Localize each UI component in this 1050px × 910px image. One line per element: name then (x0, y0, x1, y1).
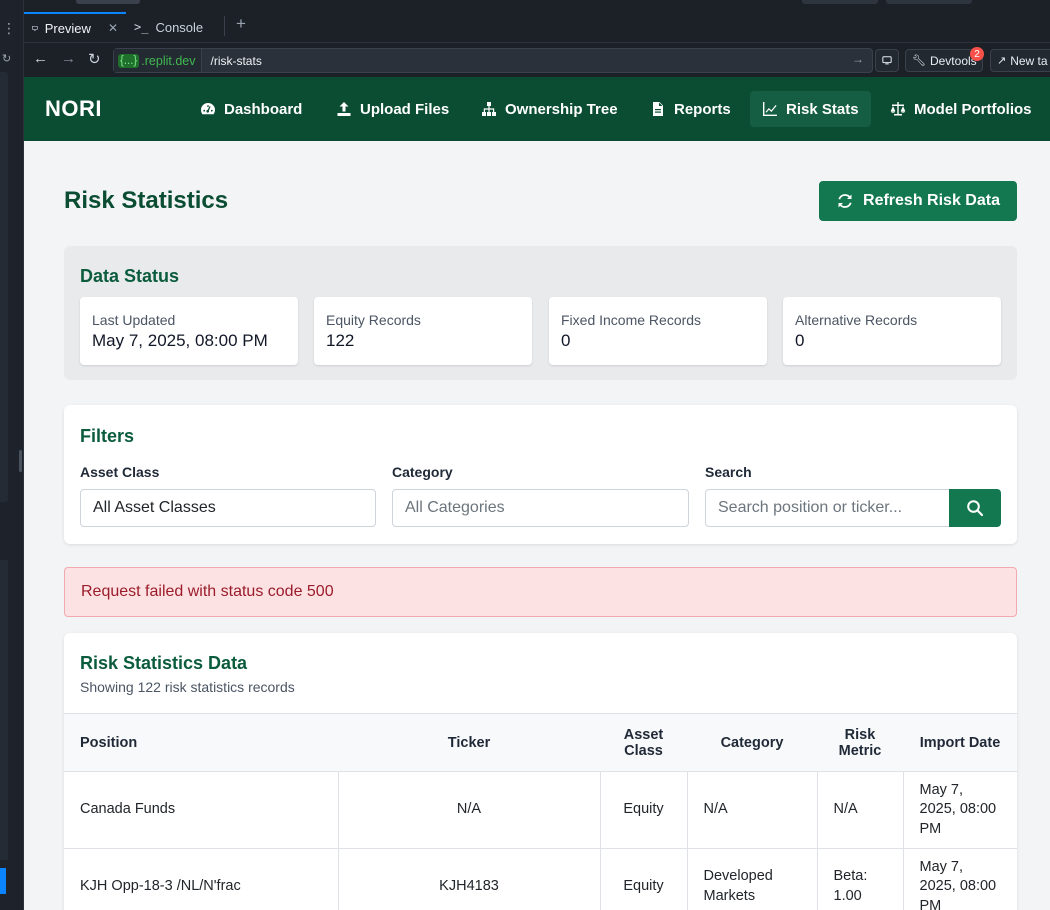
new-tab-button[interactable]: ↗ New ta (990, 49, 1050, 72)
asset-class-label: Asset Class (80, 464, 160, 480)
risk-data-title: Risk Statistics Data (80, 653, 248, 673)
sitemap-icon (482, 102, 496, 116)
wrench-icon: 🔧︎ (912, 55, 926, 67)
refresh-icon[interactable]: ↻ (2, 52, 11, 65)
file-icon (653, 102, 663, 116)
records-count-text: Showing 122 risk statistics records (80, 679, 295, 695)
table-row[interactable]: KJH Opp-18-3 /NL/N'frac KJH4183 Equity D… (64, 848, 1017, 910)
stat-card-last-updated: Last Updated May 7, 2025, 08:00 PM (80, 297, 298, 365)
col-asset-class[interactable]: Asset Class (600, 713, 687, 772)
nav-risk-stats[interactable]: Risk Stats (750, 91, 871, 127)
scale-icon (890, 102, 906, 116)
filters-panel: Filters Asset Class All Asset Classes Ca… (64, 405, 1017, 544)
url-field[interactable]: {...} .replit.dev /risk-stats → (113, 48, 873, 73)
col-position[interactable]: Position (64, 713, 338, 772)
tab-console[interactable]: >_ Console (126, 12, 211, 42)
risk-statistics-table: Position Ticker Asset Class Category Ris… (64, 713, 1017, 910)
nav-model-portfolios[interactable]: Model Portfolios (878, 91, 1044, 127)
data-status-title: Data Status (80, 266, 180, 286)
arrow-right-icon[interactable]: → (852, 52, 864, 66)
cell-asset-class: Equity (599, 771, 688, 849)
back-arrow-icon[interactable]: ← (33, 50, 48, 67)
monitor-icon (32, 25, 38, 31)
cell-category: Developed Markets (686, 848, 818, 910)
nav-reports[interactable]: Reports (638, 91, 743, 127)
close-icon[interactable]: ✕ (108, 21, 118, 35)
cell-import-date: May 7, 2025, 08:00 PM (902, 848, 1017, 910)
forward-arrow-icon[interactable]: → (61, 50, 76, 67)
screen-icon (882, 56, 892, 65)
search-icon (967, 500, 984, 517)
cell-import-date: May 7, 2025, 08:00 PM (902, 771, 1017, 849)
search-input[interactable]: Search position or ticker... (705, 489, 950, 527)
address-bar-row: ← → ↻ {...} .replit.dev /risk-stats → 🔧︎… (24, 42, 1050, 77)
sync-icon (838, 194, 852, 208)
app-viewport: NORI Dashboard Upload Files Ownership Tr… (24, 77, 1050, 910)
browser-tab-bar: Preview ✕ >_ Console + (24, 0, 1050, 42)
table-header-row: Position Ticker Asset Class Category Ris… (64, 713, 1017, 772)
nav-dashboard[interactable]: Dashboard (188, 91, 314, 127)
chart-line-icon (763, 102, 777, 116)
search-label: Search (705, 464, 752, 480)
category-select[interactable]: All Categories (392, 489, 689, 527)
search-button[interactable] (949, 489, 1001, 527)
more-vertical-icon[interactable]: ⋮ (2, 20, 16, 37)
gauge-icon (201, 103, 215, 115)
url-path: /risk-stats (210, 53, 262, 68)
refresh-risk-data-button[interactable]: Refresh Risk Data (819, 181, 1017, 221)
col-risk-metric[interactable]: Risk Metric (817, 713, 903, 772)
cell-category: N/A (686, 771, 818, 849)
side-panel-lower (0, 560, 8, 860)
terminal-icon: >_ (134, 20, 149, 34)
side-panel (0, 72, 8, 502)
tab-preview[interactable]: Preview ✕ (24, 12, 126, 42)
tab-preview-label: Preview (44, 20, 91, 36)
new-tab-plus-icon[interactable]: + (236, 14, 246, 34)
filters-title: Filters (80, 426, 135, 446)
col-ticker[interactable]: Ticker (338, 713, 600, 772)
asset-class-select[interactable]: All Asset Classes (80, 489, 376, 527)
cell-ticker: KJH4183 (337, 848, 601, 910)
active-indicator (0, 868, 6, 894)
url-host: {...} .replit.dev (114, 49, 203, 72)
data-status-panel: Data Status Last Updated May 7, 2025, 08… (64, 246, 1017, 380)
stat-card-alternative-records: Alternative Records 0 (783, 297, 1001, 365)
device-toggle-button[interactable] (875, 49, 899, 72)
cell-ticker: N/A (337, 771, 601, 849)
upload-icon (337, 102, 351, 116)
resize-handle[interactable] (19, 450, 22, 472)
ide-side-strip: ⋮ ↻ (0, 0, 24, 910)
risk-statistics-card: Risk Statistics Data Showing 122 risk st… (64, 633, 1017, 910)
devtools-count-badge: 2 (970, 47, 984, 61)
nav-ownership-tree[interactable]: Ownership Tree (469, 91, 630, 127)
nav-upload-files[interactable]: Upload Files (324, 91, 461, 127)
cell-risk-metric: N/A (816, 771, 904, 849)
cell-position: Canada Funds (64, 771, 339, 849)
tab-console-label: Console (155, 19, 204, 35)
brand-logo[interactable]: NORI (45, 96, 102, 122)
stat-card-fixed-income-records: Fixed Income Records 0 (549, 297, 767, 365)
cell-risk-metric: Beta: 1.00 (816, 848, 904, 910)
cell-asset-class: Equity (599, 848, 688, 910)
error-alert: Request failed with status code 500 (64, 567, 1017, 617)
cell-position: KJH Opp-18-3 /NL/N'frac (64, 848, 339, 910)
category-label: Category (392, 464, 453, 480)
external-link-icon: ↗ (997, 55, 1007, 67)
col-import-date[interactable]: Import Date (903, 713, 1017, 772)
page-title: Risk Statistics (64, 187, 229, 214)
stat-card-equity-records: Equity Records 122 (314, 297, 532, 365)
table-row[interactable]: Canada Funds N/A Equity N/A N/A May 7, 2… (64, 771, 1017, 849)
col-category[interactable]: Category (687, 713, 817, 772)
reload-icon[interactable]: ↻ (88, 50, 101, 68)
top-navbar: NORI Dashboard Upload Files Ownership Tr… (24, 77, 1050, 141)
